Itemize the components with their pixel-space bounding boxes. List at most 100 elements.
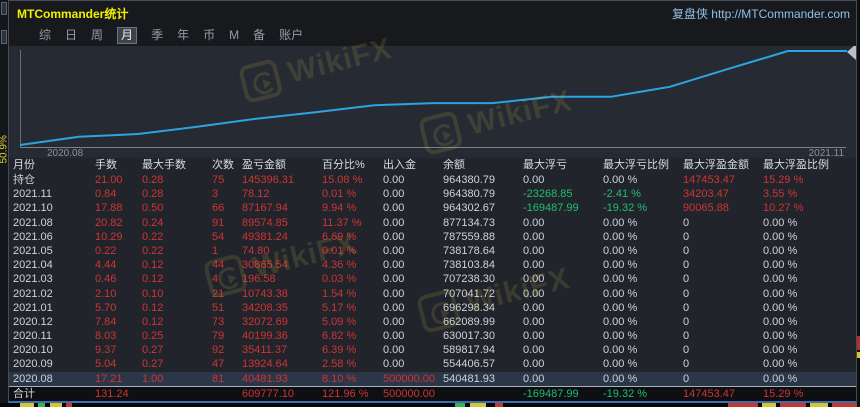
table-row-2020.08[interactable]: 2020.08 17.21 1.00 81 40481.93 8.10 % 500000.0… <box>9 371 856 386</box>
table-row-2021.08[interactable]: 2021.08 20.82 0.24 91 89574.85 11.37 % 0.00 877… <box>9 216 856 230</box>
cell: 合计 <box>13 388 35 400</box>
x-axis-label-start: 2020.08 <box>47 148 84 158</box>
cell: 1 <box>212 244 219 257</box>
cell: 81 <box>212 372 225 385</box>
cell: 44 <box>212 259 225 272</box>
cell: 87167.94 <box>242 202 288 215</box>
menu-bar: 综日周月季年币 M 备账户 <box>9 25 856 46</box>
title-bar[interactable]: MTCommander统计 复盘侠 http://MTCommander.com <box>9 1 856 25</box>
column-header: 最大浮盈比例 <box>763 159 829 171</box>
cell: 持仓 <box>13 174 35 186</box>
cell: 15.08 % <box>322 174 363 186</box>
cell: 0.22 <box>95 244 117 257</box>
cell: 147453.47 <box>683 174 735 186</box>
cell: 0.27 <box>142 344 164 357</box>
table-row-2021.11[interactable]: 2021.11 0.84 0.28 3 78.12 0.01 % 0.00 964380.79… <box>9 187 856 201</box>
cell: 0.00 <box>523 287 545 300</box>
table-row-持仓[interactable]: 持仓 21.00 0.28 75 145396.31 15.08 % 0.00 964380.… <box>9 173 856 187</box>
cell: 0.12 <box>142 315 164 328</box>
cell: 15.29 % <box>763 174 804 186</box>
table-row-2020.10[interactable]: 2020.10 9.37 0.27 92 35411.37 6.39 % 0.00 58981… <box>9 343 856 357</box>
menu-item-备[interactable]: 备 <box>253 28 265 43</box>
cell: 0.00 % <box>603 315 638 328</box>
cell: 0.00 % <box>603 301 638 314</box>
cell: 0.00 <box>523 244 545 257</box>
cell: 34203.47 <box>683 188 729 201</box>
cell: 738103.84 <box>443 259 495 272</box>
menu-item-日[interactable]: 日 <box>65 28 77 43</box>
column-header: 最大浮亏 <box>523 159 567 171</box>
cell: 79 <box>212 330 225 343</box>
table-header-row: 月份 手数 最大手数 次数 盈亏金额 百分比% 出入金 余额 最大浮亏 最大浮亏比例 最大浮盈金额 最… <box>9 158 856 173</box>
cell: 10.29 <box>95 230 123 243</box>
cell: 8.10 % <box>322 372 357 385</box>
table-row-2021.04[interactable]: 2021.04 4.44 0.12 44 30865.54 4.36 % 0.00 73810… <box>9 258 856 272</box>
table-row-2020.09[interactable]: 2020.09 5.04 0.27 47 13924.64 2.58 % 0.00 55440… <box>9 357 856 371</box>
menu-item-账户[interactable]: 账户 <box>279 28 303 43</box>
column-header: 最大浮亏比例 <box>603 159 669 171</box>
chart-right-edge-marker-icon <box>847 46 856 60</box>
screen: 50.9% MTCommander统计 复盘侠 http://MTCommand… <box>0 0 860 407</box>
menu-item-年[interactable]: 年 <box>177 28 189 43</box>
cell: 0.27 <box>142 358 164 371</box>
background-icon-fragment <box>1 2 7 15</box>
table-row-2021.06[interactable]: 2021.06 10.29 0.22 54 49381.24 6.69 % 0.00 7875… <box>9 230 856 244</box>
cell: 2021.04 <box>13 259 53 272</box>
table-row-2021.02[interactable]: 2021.02 2.10 0.10 21 10743.38 1.54 % 0.00 70704… <box>9 287 856 301</box>
cell: 877134.73 <box>443 216 495 229</box>
cell: 7.84 <box>95 315 117 328</box>
cell: 0.12 <box>142 259 164 272</box>
background-icon-fragment <box>1 30 7 44</box>
menu-item-综[interactable]: 综 <box>39 28 51 43</box>
cell: 662089.99 <box>443 315 495 328</box>
cell: 21 <box>212 287 225 300</box>
table-row-2020.12[interactable]: 2020.12 7.84 0.12 73 32072.69 5.09 % 0.00 66208… <box>9 315 856 329</box>
menu-item-币[interactable]: 币 <box>203 28 215 43</box>
cell: 196.58 <box>242 273 276 286</box>
menu-item-季[interactable]: 季 <box>151 28 163 43</box>
table-row-2020.11[interactable]: 2020.11 8.03 0.25 79 40199.36 6.82 % 0.00 63001… <box>9 329 856 343</box>
cell: 75 <box>212 174 225 186</box>
x-axis-label-end: 2021.11 <box>808 148 844 158</box>
cell: 4.44 <box>95 259 117 272</box>
cell: 5.04 <box>95 358 117 371</box>
cell: 0.00 <box>383 287 405 300</box>
cell: 0.00 % <box>603 372 638 385</box>
cell: 707238.30 <box>443 273 495 286</box>
cell: 5.70 <box>95 301 117 314</box>
menu-item-月[interactable]: 月 <box>117 27 138 44</box>
table-row-2021.01[interactable]: 2021.01 5.70 0.12 51 34208.35 5.17 % 0.00 69629… <box>9 301 856 315</box>
brand-link[interactable]: 复盘侠 http://MTCommander.com <box>672 5 850 22</box>
table-row-2021.10[interactable]: 2021.10 17.88 0.50 66 87167.94 9.94 % 0.00 9643… <box>9 201 856 215</box>
cell: 0.84 <box>95 188 117 201</box>
table-row-2021.03[interactable]: 2021.03 0.46 0.12 4 196.58 0.03 % 0.00 707238.3… <box>9 272 856 286</box>
cell: 8.03 <box>95 330 117 343</box>
cell: 35411.37 <box>242 344 288 357</box>
menu-item-M[interactable]: M <box>229 28 239 43</box>
cell: 0.00 <box>383 174 405 186</box>
cell: 630017.30 <box>443 330 495 343</box>
table-row-2021.05[interactable]: 2021.05 0.22 0.22 1 74.80 0.01 % 0.00 738178.64… <box>9 244 856 258</box>
cell: 78.12 <box>242 188 270 201</box>
cell: 2020.12 <box>13 315 53 328</box>
column-header: 月份 <box>13 159 35 171</box>
monthly-statistics-table: 月份 手数 最大手数 次数 盈亏金额 百分比% 出入金 余额 最大浮亏 最大浮亏比例 最大浮盈金额 最… <box>9 158 856 401</box>
cell: 0.00 <box>383 188 405 201</box>
cell: 6.82 % <box>322 330 357 343</box>
cell: 2020.10 <box>13 344 53 357</box>
cell: -169487.99 <box>523 388 579 400</box>
cell: 20.82 <box>95 216 123 229</box>
cell: 0.03 % <box>322 273 357 286</box>
cell: 540481.93 <box>443 372 495 385</box>
cell: 6.69 % <box>322 230 357 243</box>
cell: 0 <box>683 315 690 328</box>
cell: 0.00 <box>383 244 405 257</box>
cell: 145396.31 <box>242 174 294 186</box>
cell: 500000.00 <box>383 388 435 400</box>
cell: 0.00 % <box>763 330 798 343</box>
cell: 0.00 % <box>603 216 638 229</box>
cell: 0.12 <box>142 301 164 314</box>
cell: 0.00 <box>523 358 545 371</box>
cell: 0 <box>683 344 690 357</box>
menu-item-周[interactable]: 周 <box>91 28 103 43</box>
